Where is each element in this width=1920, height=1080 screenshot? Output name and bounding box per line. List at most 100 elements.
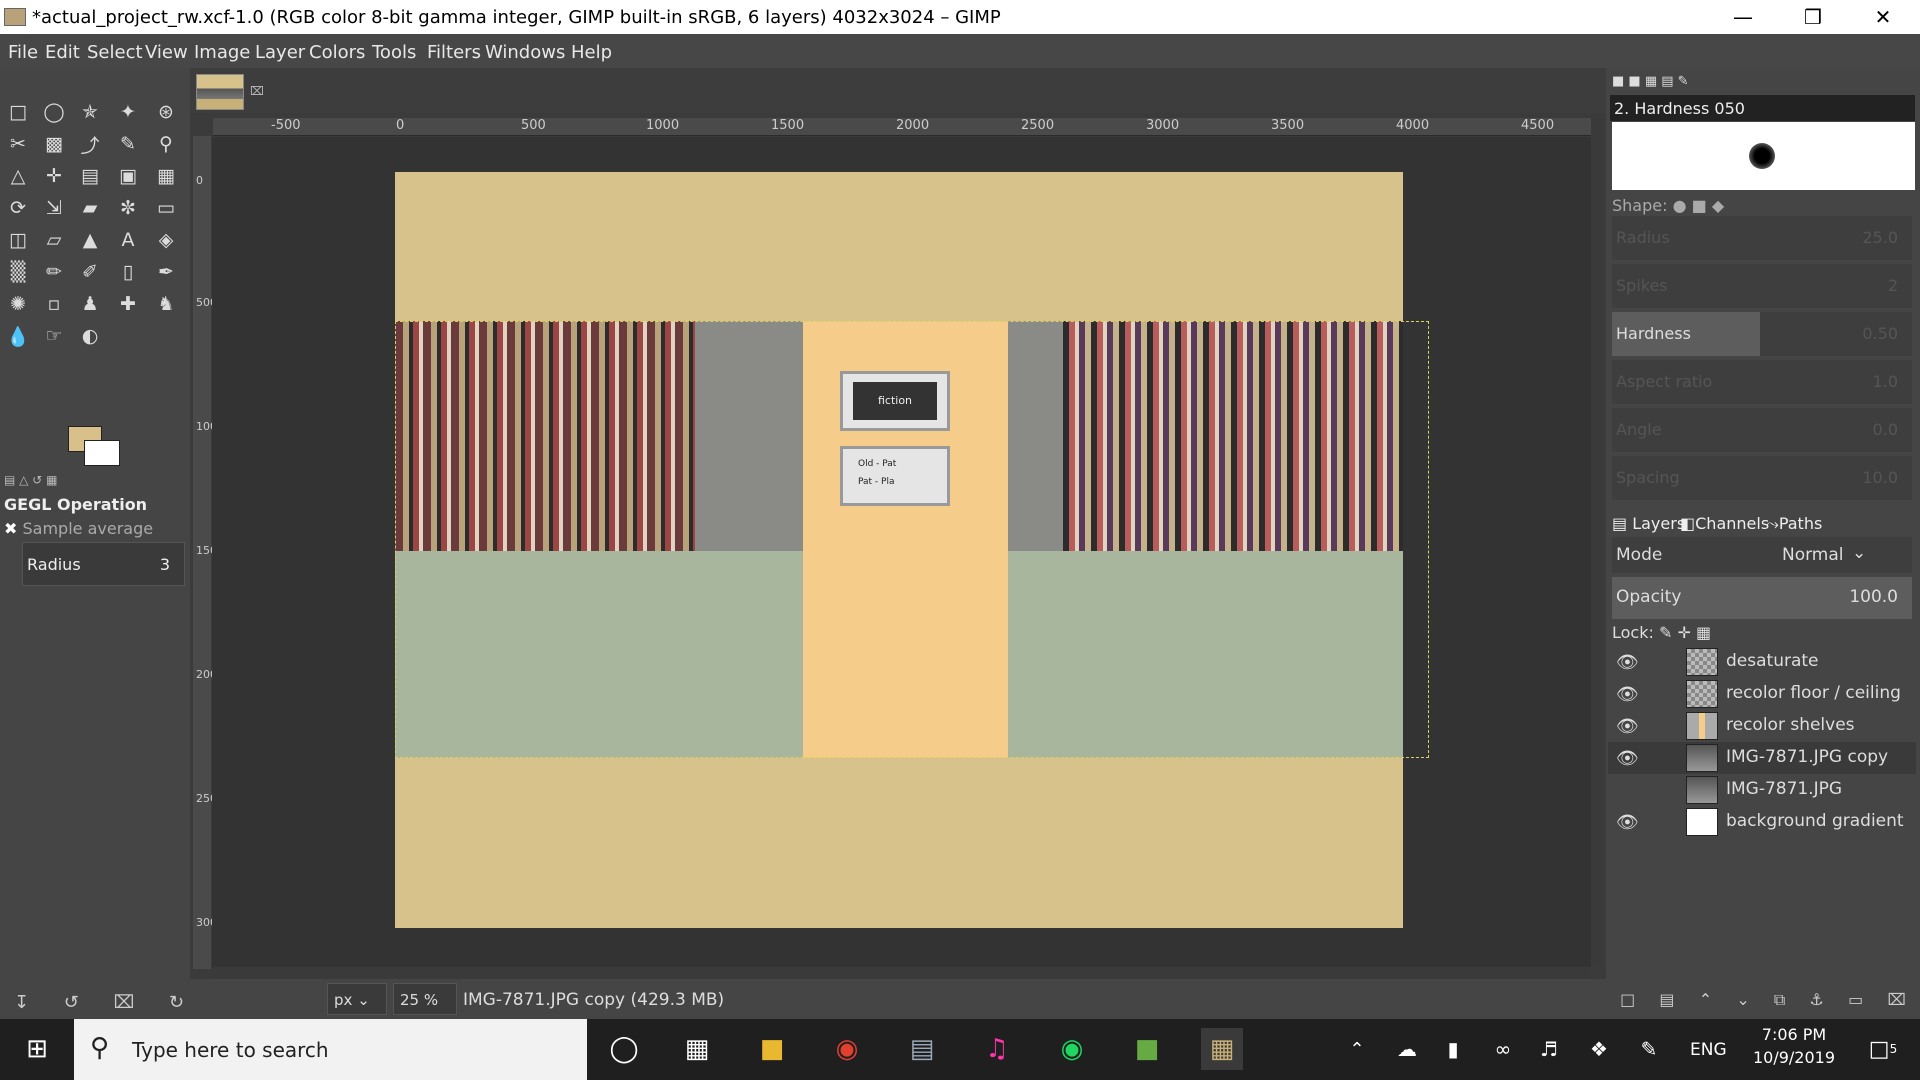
perspective-icon[interactable]: ▱ [40, 226, 68, 254]
radius-slider[interactable]: Radius 25.0 [1612, 216, 1912, 260]
file-explorer-icon[interactable]: ■ [751, 1028, 793, 1070]
tab-paths[interactable]: ⤳Paths [1766, 514, 1822, 534]
hardness-slider[interactable]: Hardness 0.50 [1612, 312, 1912, 356]
tab-channels[interactable]: ◧Channels [1680, 514, 1769, 533]
lock-alpha-icon[interactable]: ▦ [1696, 623, 1711, 642]
merge-layer-icon[interactable]: ▭ [1848, 990, 1863, 1018]
warp-icon[interactable]: ✼ [114, 194, 142, 222]
menu-windows[interactable]: Windows [485, 42, 565, 63]
lower-layer-icon[interactable]: ⌄ [1736, 990, 1749, 1018]
shear-icon[interactable]: ▰ [76, 194, 104, 222]
layer-row[interactable]: 👁 recolor floor / ceiling [1608, 678, 1916, 710]
chevron-up-icon[interactable]: ⌃ [1336, 1028, 1378, 1070]
duplicate-layer-icon[interactable]: ⧉ [1774, 990, 1785, 1018]
lock-position-icon[interactable]: ✛ [1677, 623, 1690, 642]
volume-icon[interactable]: ♬ [1528, 1028, 1570, 1070]
new-layer-icon[interactable]: □ [1620, 990, 1635, 1018]
image-tab-thumbnail[interactable] [196, 74, 244, 110]
mypaint-brush-icon[interactable]: ▫ [40, 290, 68, 318]
close-button[interactable]: ✕ [1848, 0, 1918, 34]
ellipse-select-icon[interactable]: ◯ [40, 98, 68, 126]
horizontal-scrollbar[interactable] [213, 967, 1591, 979]
layer-row[interactable]: 👁 IMG-7871.JPG copy [1608, 742, 1916, 774]
onedrive-icon[interactable]: ☁ [1386, 1028, 1428, 1070]
dodge-burn-icon[interactable]: ◐ [76, 322, 104, 350]
angle-slider[interactable]: Angle 0.0 [1612, 408, 1912, 452]
taskbar-clock[interactable]: 7:06 PM 10/9/2019 [1736, 1025, 1852, 1067]
language-indicator[interactable]: ENG [1690, 1040, 1727, 1060]
menu-select[interactable]: Select [87, 42, 143, 63]
text-tool-icon[interactable]: A [114, 226, 142, 254]
scale-icon[interactable]: ⇲ [40, 194, 68, 222]
tab-layers[interactable]: ▤ Layers [1612, 514, 1685, 533]
scissors-icon[interactable]: ✂ [4, 130, 32, 158]
aspect-ratio-slider[interactable]: Aspect ratio 1.0 [1612, 360, 1912, 404]
diamond-shape-icon[interactable]: ◆ [1712, 196, 1724, 215]
delete-tool-preset-icon[interactable]: ⌧ [114, 992, 135, 1013]
library-photo[interactable]: fiction Old - Pat Pat - Pla [395, 321, 1403, 758]
photos-icon[interactable]: ▤ [901, 1028, 943, 1070]
wifi-icon[interactable]: ∞ [1482, 1028, 1524, 1070]
menu-help[interactable]: Help [571, 42, 612, 63]
layer-row[interactable]: 👁 background gradient [1608, 806, 1916, 838]
radius-spinner[interactable]: Radius 3 [22, 542, 185, 586]
minimize-button[interactable]: — [1708, 0, 1778, 34]
vertical-scrollbar[interactable] [1591, 118, 1603, 967]
clone-icon[interactable]: ♟ [76, 290, 104, 318]
cage-icon[interactable]: ▭ [152, 194, 180, 222]
blur-icon[interactable]: 💧 [4, 322, 32, 350]
spacing-slider[interactable]: Spacing 10.0 [1612, 456, 1912, 500]
menu-image[interactable]: Image [194, 42, 250, 63]
layer-row[interactable]: 👁 recolor shelves [1608, 710, 1916, 742]
eraser-icon[interactable]: ▯ [114, 258, 142, 286]
paths-icon[interactable]: ⤴ [76, 130, 104, 158]
itunes-icon[interactable]: ♫ [976, 1028, 1018, 1070]
restore-tool-preset-icon[interactable]: ↺ [64, 992, 79, 1013]
windows-start-icon[interactable]: ⊞ [16, 1028, 58, 1070]
layer-mode-row[interactable]: Mode Normal ⌄ [1612, 537, 1912, 573]
menu-filters[interactable]: Filters [427, 42, 481, 63]
layer-row[interactable]: IMG-7871.JPG [1608, 774, 1916, 806]
anchor-layer-icon[interactable]: ⚓ [1810, 990, 1824, 1018]
battery-icon[interactable]: ▮ [1432, 1028, 1474, 1070]
visibility-eye-icon[interactable]: 👁 [1616, 812, 1639, 833]
dock-tabs[interactable]: ■ ■ ▦ ▤ ✎ [1612, 74, 1689, 89]
rotate-icon[interactable]: ⟳ [4, 194, 32, 222]
gradient-icon[interactable]: ▒ [4, 258, 32, 286]
zoom-icon[interactable]: ⚲ [152, 130, 180, 158]
minecraft-icon[interactable]: ■ [1126, 1028, 1168, 1070]
color-select-icon[interactable]: ⊛ [152, 98, 180, 126]
pencil-icon[interactable]: ✏ [40, 258, 68, 286]
gimp-taskbar-icon[interactable]: ▦ [1201, 1028, 1243, 1070]
raise-layer-icon[interactable]: ⌃ [1699, 990, 1712, 1018]
layer-row[interactable]: 👁 desaturate [1608, 646, 1916, 678]
task-view-icon[interactable]: ▦ [676, 1028, 718, 1070]
perspective-clone-icon[interactable]: ♞ [152, 290, 180, 318]
flip-icon[interactable]: ◫ [4, 226, 32, 254]
visibility-eye-icon[interactable]: 👁 [1616, 684, 1639, 705]
rect-select-icon[interactable]: □ [4, 98, 32, 126]
airbrush-icon[interactable]: ✒ [152, 258, 180, 286]
unified-transform-icon[interactable]: ▦ [152, 162, 180, 190]
new-group-icon[interactable]: ▤ [1659, 990, 1674, 1018]
menu-tools[interactable]: Tools [372, 42, 416, 63]
circle-shape-icon[interactable]: ● [1673, 196, 1687, 215]
lasso-icon[interactable]: ✯ [76, 98, 104, 126]
move-icon[interactable]: ✛ [40, 162, 68, 190]
close-tab-icon[interactable]: ⌧ [250, 84, 264, 98]
notifications-icon[interactable]: □ 5 [1862, 1028, 1904, 1070]
save-tool-preset-icon[interactable]: ↧ [14, 992, 29, 1013]
sample-average-checkbox[interactable]: ✖ [4, 519, 23, 538]
delete-layer-icon[interactable]: ⌧ [1887, 990, 1905, 1018]
spikes-slider[interactable]: Spikes 2 [1612, 264, 1912, 308]
cortana-icon[interactable]: ◯ [603, 1028, 645, 1070]
zoom-selector[interactable]: 25 % ⌄ [393, 983, 457, 1027]
sample-average-option[interactable]: ✖ Sample average [4, 519, 153, 538]
foreground-select-icon[interactable]: ▩ [40, 130, 68, 158]
opacity-slider[interactable]: Opacity 100.0 [1612, 577, 1912, 619]
menu-colors[interactable]: Colors [309, 42, 365, 63]
ink-icon[interactable]: ✺ [4, 290, 32, 318]
measure-icon[interactable]: △ [4, 162, 32, 190]
color-picker-icon[interactable]: ✎ [114, 130, 142, 158]
visibility-eye-icon[interactable]: 👁 [1616, 716, 1639, 737]
